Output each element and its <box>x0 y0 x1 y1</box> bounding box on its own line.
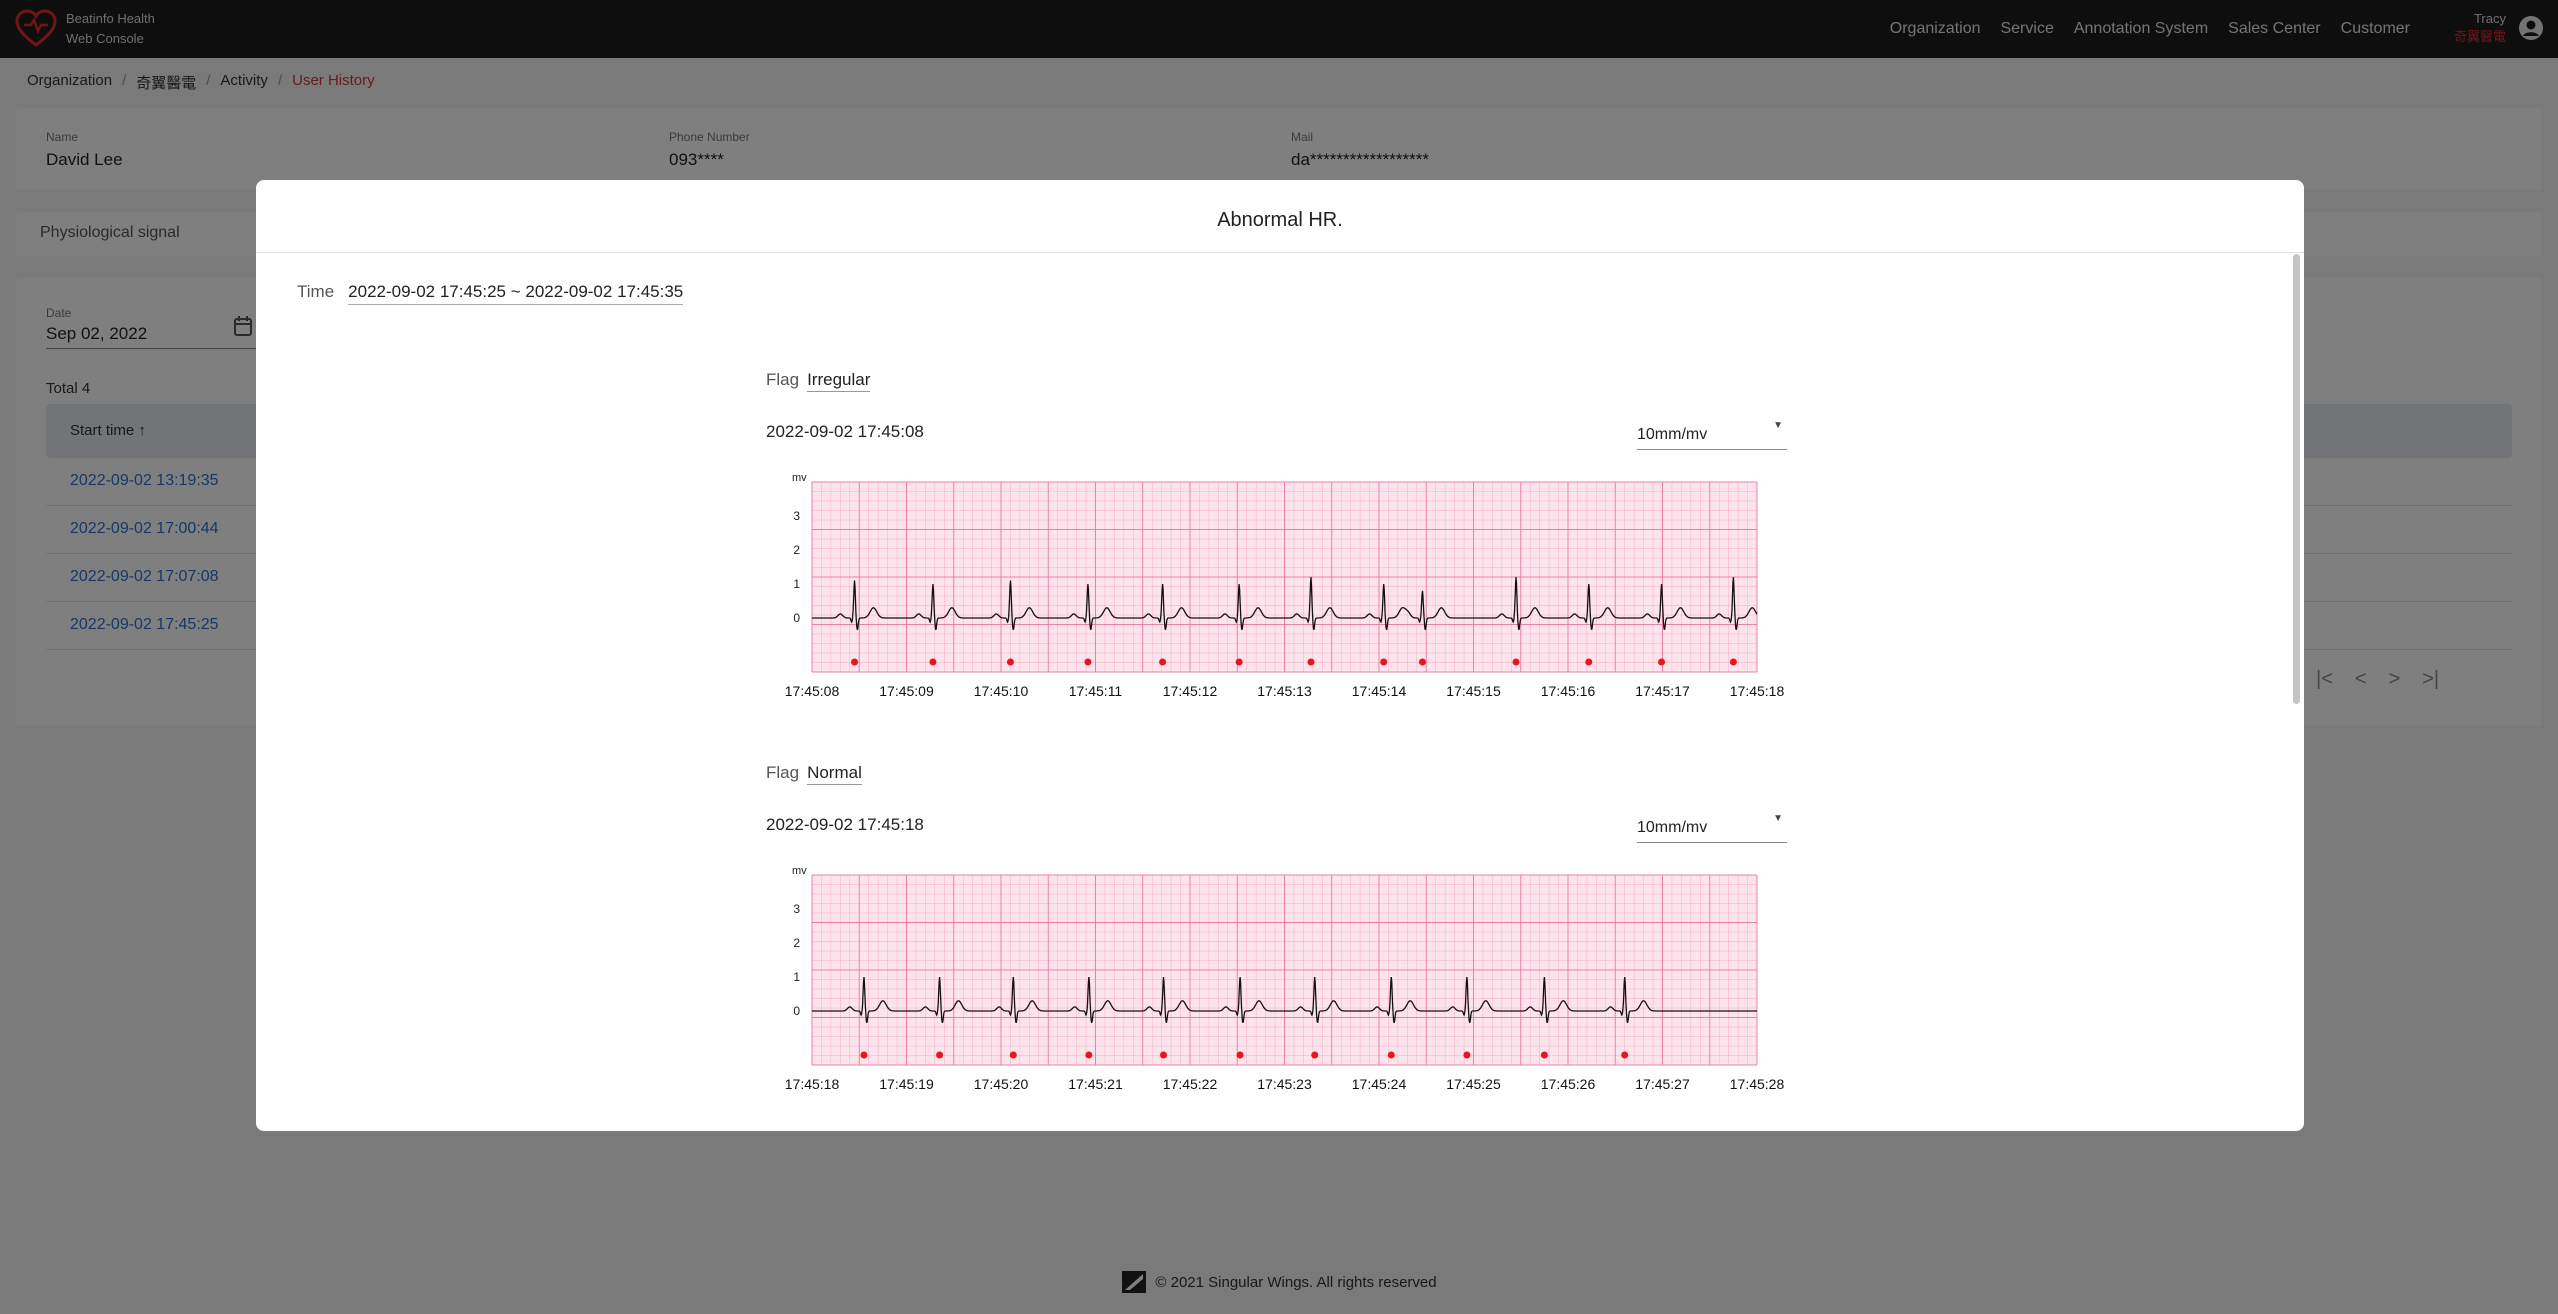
r-peak-marker <box>851 658 859 666</box>
y-tick-label: 2 <box>793 543 800 557</box>
r-peak-marker <box>860 1051 868 1059</box>
x-tick-label: 17:45:24 <box>1352 1076 1407 1092</box>
time-range-value: 2022-09-02 17:45:25 ~ 2022-09-02 17:45:3… <box>348 282 684 305</box>
scale-value: 10mm/mv <box>1637 426 1708 443</box>
r-peak-marker <box>1387 1051 1395 1059</box>
dropdown-arrow-icon: ▼ <box>1773 813 1783 824</box>
ecg-grid <box>811 874 1758 1066</box>
y-tick-label: 3 <box>793 509 800 523</box>
r-peak-marker <box>1006 658 1014 666</box>
r-peak-marker <box>1658 658 1666 666</box>
flag-label: Flag <box>766 370 800 389</box>
x-tick-label: 17:45:28 <box>1730 1076 1785 1092</box>
ecg-grid <box>811 481 1758 673</box>
y-tick-label: 2 <box>793 936 800 950</box>
flag-label: Flag <box>766 763 800 782</box>
r-peak-marker <box>1009 1051 1017 1059</box>
x-tick-label: 17:45:19 <box>879 1076 934 1092</box>
y-tick-label: 0 <box>793 611 800 625</box>
r-peak-marker <box>1160 1051 1168 1059</box>
ecg-timestamp: 2022-09-02 17:45:18 <box>766 815 924 834</box>
r-peak-marker <box>1540 1051 1548 1059</box>
ecg-chart: mv 0 1 2 3 17:45:18 17:45:19 17:45:20 17:45:21 17… <box>785 865 1785 1092</box>
r-peak-marker <box>929 658 937 666</box>
r-peak-marker <box>1084 658 1092 666</box>
r-peak-marker <box>1585 658 1593 666</box>
flag-row: Flag Normal <box>766 763 1866 785</box>
time-label: Time <box>297 282 335 301</box>
x-tick-label: 17:45:15 <box>1446 683 1501 699</box>
r-peak-marker <box>1512 658 1520 666</box>
y-axis-label: mv <box>792 472 807 484</box>
scale-value: 10mm/mv <box>1637 819 1708 836</box>
x-tick-label: 17:45:25 <box>1446 1076 1501 1092</box>
x-tick-label: 17:45:27 <box>1635 1076 1690 1092</box>
r-peak-marker <box>1311 1051 1319 1059</box>
r-peak-marker <box>1235 658 1243 666</box>
ecg-strip-normal: Flag Normal 2022-09-02 17:45:18 10mm/mv … <box>766 763 1866 1092</box>
r-peak-marker <box>1621 1051 1629 1059</box>
r-peak-marker <box>1418 658 1426 666</box>
r-peak-marker <box>1307 658 1315 666</box>
x-tick-label: 17:45:20 <box>974 1076 1029 1092</box>
r-peak-marker <box>1236 1051 1244 1059</box>
r-peak-marker <box>1159 658 1167 666</box>
r-peak-marker <box>1085 1051 1093 1059</box>
x-tick-label: 17:45:18 <box>785 1076 840 1092</box>
ecg-strip-irregular: Flag Irregular 2022-09-02 17:45:08 10mm/… <box>766 370 1866 699</box>
ecg-chart: mv 0 1 2 3 17:45:08 17:45:09 17:45:10 17:45:11 17… <box>785 472 1785 699</box>
flag-value: Normal <box>807 763 862 785</box>
x-tick-label: 17:45:14 <box>1352 683 1407 699</box>
x-tick-label: 17:45:12 <box>1163 683 1218 699</box>
x-tick-label: 17:45:26 <box>1541 1076 1596 1092</box>
r-peak-marker <box>1380 658 1388 666</box>
x-tick-label: 17:45:10 <box>974 683 1029 699</box>
x-tick-label: 17:45:17 <box>1635 683 1690 699</box>
r-peak-marker <box>1729 658 1737 666</box>
x-tick-label: 17:45:13 <box>1257 683 1312 699</box>
x-tick-label: 17:45:09 <box>879 683 934 699</box>
dropdown-arrow-icon: ▼ <box>1773 420 1783 431</box>
flag-row: Flag Irregular <box>766 370 1866 392</box>
x-tick-label: 17:45:18 <box>1730 683 1785 699</box>
y-tick-label: 0 <box>793 1004 800 1018</box>
x-tick-label: 17:45:11 <box>1069 683 1123 699</box>
r-peak-marker <box>936 1051 944 1059</box>
x-tick-label: 17:45:16 <box>1541 683 1596 699</box>
x-tick-label: 17:45:08 <box>785 683 840 699</box>
y-tick-label: 1 <box>793 577 800 591</box>
ecg-timestamp: 2022-09-02 17:45:08 <box>766 422 924 441</box>
flag-value: Irregular <box>807 370 871 392</box>
scale-select[interactable]: 10mm/mv ▼ <box>1637 420 1787 450</box>
abnormal-hr-modal: Abnormal HR. Time 2022-09-02 17:45:25 ~ … <box>256 180 2304 1131</box>
x-tick-label: 17:45:23 <box>1257 1076 1312 1092</box>
x-tick-label: 17:45:22 <box>1163 1076 1218 1092</box>
modal-scrollbar[interactable] <box>2293 254 2300 704</box>
x-tick-label: 17:45:21 <box>1068 1076 1123 1092</box>
time-range: Time 2022-09-02 17:45:25 ~ 2022-09-02 17… <box>297 282 684 305</box>
y-tick-label: 3 <box>793 902 800 916</box>
modal-title: Abnormal HR. <box>256 180 2304 253</box>
y-tick-label: 1 <box>793 970 800 984</box>
y-axis-label: mv <box>792 865 807 877</box>
scale-select[interactable]: 10mm/mv ▼ <box>1637 813 1787 843</box>
r-peak-marker <box>1463 1051 1471 1059</box>
